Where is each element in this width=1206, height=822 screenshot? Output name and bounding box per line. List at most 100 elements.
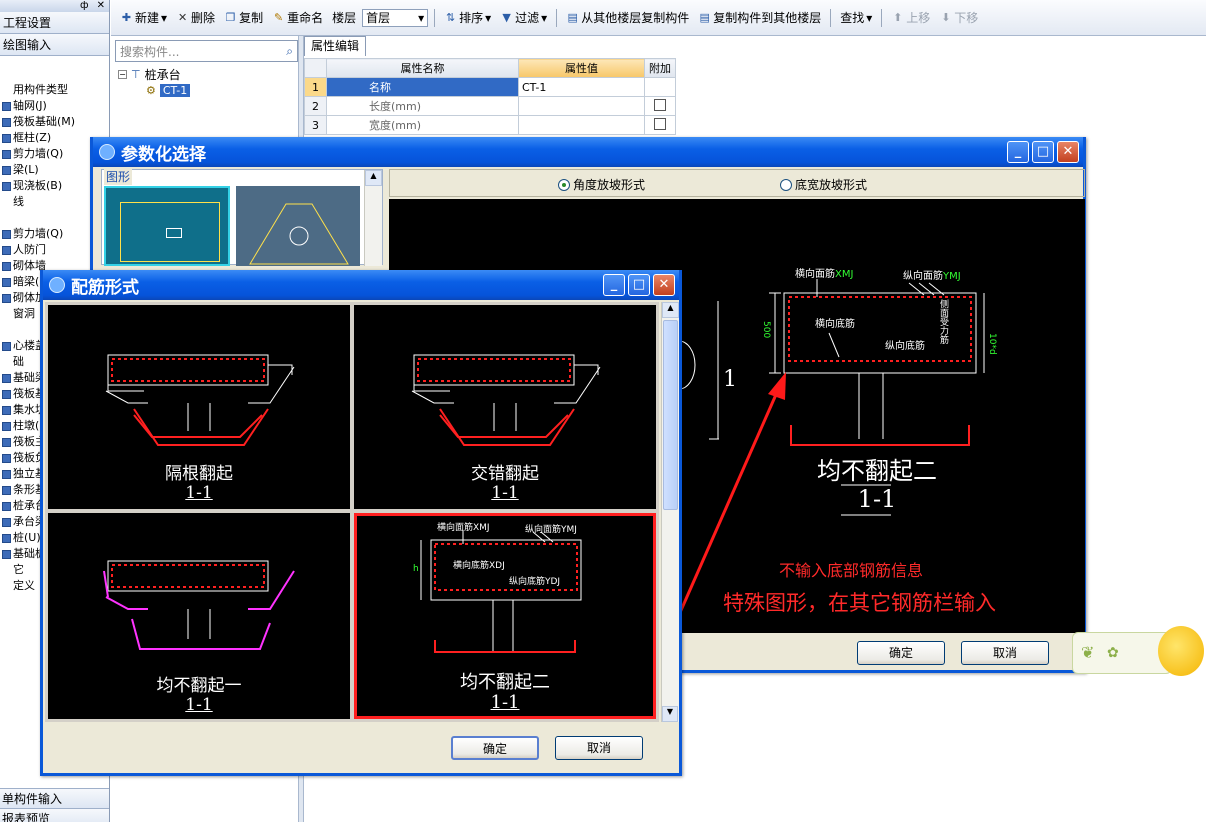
toolbar-divider <box>830 8 832 27</box>
component-type-icon <box>2 549 11 559</box>
component-tree: − ⊤ 桩承台 ⚙ CT-1 <box>118 66 298 98</box>
filter-button[interactable]: ▼ 过滤 ▾ <box>497 7 550 29</box>
option-staggered-every-other[interactable]: 隔根翻起 1-1 <box>48 305 350 509</box>
close-icon[interactable]: ✕ <box>97 0 105 12</box>
component-type-icon <box>2 293 11 303</box>
nav-tree-item[interactable]: 筏板基础(M) <box>0 114 109 130</box>
option-caption: 交错翻起 <box>471 464 539 484</box>
rename-icon: ✎ <box>273 11 284 24</box>
new-icon: ✚ <box>121 11 132 24</box>
value-cell[interactable] <box>518 115 645 135</box>
component-type-icon <box>2 501 11 511</box>
option-caption: 均不翻起二 <box>460 672 550 693</box>
pin-icon[interactable]: ф <box>80 0 89 12</box>
close-icon[interactable]: ✕ <box>1057 141 1079 163</box>
table-row[interactable]: 1 名称 CT-1 <box>304 77 676 97</box>
value-cell[interactable]: CT-1 <box>518 77 645 97</box>
search-icon[interactable]: ⌕ <box>286 44 293 59</box>
dialog-titlebar[interactable]: 参数化选择 _ □ ✕ <box>93 137 1083 167</box>
copy-button[interactable]: ❐ 复制 <box>221 7 266 29</box>
dialog-titlebar[interactable]: 配筋形式 _ □ ✕ <box>43 270 679 300</box>
label-longitudinal-bottom: 纵向底筋 <box>885 341 925 352</box>
radio-angle-slope[interactable]: 角度放坡形式 <box>558 176 645 193</box>
move-down-button[interactable]: ⬇ 下移 <box>936 7 981 29</box>
copy-to-floor-button[interactable]: ▤ 复制构件到其他楼层 <box>695 7 824 29</box>
maximize-icon[interactable]: □ <box>628 274 650 296</box>
option-section: 1-1 <box>185 483 213 503</box>
dropdown-icon: ▾ <box>161 10 168 25</box>
tree-node-pile-cap[interactable]: − ⊤ 桩承台 <box>118 66 298 82</box>
copy-to-floor-icon: ▤ <box>699 11 710 24</box>
copy-icon: ❐ <box>225 11 236 24</box>
floor-select[interactable]: 首层 ▾ <box>362 8 429 27</box>
component-search[interactable]: 搜索构件... ⌕ <box>115 40 298 62</box>
preview-caption: 均不翻起二 <box>817 457 937 485</box>
nav-project-settings[interactable]: 工程设置 <box>0 12 109 34</box>
rebar-cancel-button[interactable]: 取消 <box>555 736 643 760</box>
nav-single-component-input[interactable]: 单构件输入 <box>0 788 109 808</box>
delete-button[interactable]: ✕ 删除 <box>173 7 218 29</box>
sort-icon: ⇅ <box>446 11 456 24</box>
shape-thumb-trapezoid[interactable] <box>236 186 360 266</box>
option-section: 1-1 <box>185 695 213 715</box>
dropdown-icon: ▾ <box>485 10 492 25</box>
nav-drawing-input[interactable]: 绘图输入 <box>0 34 109 56</box>
nav-tree-item[interactable]: 用构件类型 <box>0 82 109 98</box>
note-no-bottom-rebar: 不输入底部钢筋信息 <box>779 561 924 580</box>
component-type-icon <box>2 149 11 159</box>
option-no-bend-two[interactable]: 横向面筋XMJ 纵向面筋YMJ 横向底筋XDJ 纵向底筋YDJ h 均不翻起二 … <box>354 513 656 719</box>
label-transverse-top: 横向面筋XMJ <box>795 269 854 280</box>
floating-widget[interactable]: ❦ ✿ <box>1072 632 1172 674</box>
minimize-icon[interactable]: _ <box>1007 141 1029 163</box>
extra-checkbox[interactable] <box>654 98 666 111</box>
find-button[interactable]: 查找 ▾ <box>837 7 875 29</box>
copy-from-floor-button[interactable]: ▤ 从其他楼层复制构件 <box>563 7 692 29</box>
component-type-icon <box>2 389 11 399</box>
param-ok-button[interactable]: 确定 <box>857 641 945 665</box>
shape-thumb-rect[interactable] <box>104 186 230 266</box>
shape-list-scrollbar[interactable]: ▲ <box>364 170 382 266</box>
floor-label: 楼层 <box>332 11 357 25</box>
sprout-icon: ✿ <box>1107 645 1119 661</box>
copy-from-floor-icon: ▤ <box>567 11 578 24</box>
close-icon[interactable]: ✕ <box>653 274 675 296</box>
maximize-icon[interactable]: □ <box>1032 141 1054 163</box>
table-row[interactable]: 2 长度(mm) <box>304 96 676 116</box>
option-section: 1-1 <box>490 692 520 713</box>
radio-bottom-width-slope[interactable]: 底宽放坡形式 <box>780 176 867 193</box>
rebar-options-scrollbar[interactable]: ▲ ▼ <box>661 302 679 722</box>
leaf-icon: ❦ <box>1081 643 1095 662</box>
col-header-extra: 附加 <box>644 58 676 78</box>
value-cell[interactable] <box>518 96 645 116</box>
scroll-up-icon[interactable]: ▲ <box>662 302 679 318</box>
component-type-icon <box>2 245 11 255</box>
sort-button[interactable]: ⇅ 排序 ▾ <box>441 7 494 29</box>
rename-button[interactable]: ✎ 重命名 <box>269 7 326 29</box>
rebar-ok-button[interactable]: 确定 <box>451 736 539 760</box>
scroll-up-icon[interactable]: ▲ <box>365 170 382 186</box>
param-cancel-button[interactable]: 取消 <box>961 641 1049 665</box>
collapse-icon[interactable]: − <box>118 69 127 79</box>
option-interleaved[interactable]: 交错翻起 1-1 <box>354 305 656 509</box>
component-type-icon <box>2 485 11 495</box>
scroll-down-icon[interactable]: ▼ <box>662 706 678 722</box>
tab-property-editor[interactable]: 属性编辑 <box>304 36 366 56</box>
dropdown-icon: ▾ <box>866 10 873 25</box>
chevron-down-icon: ▾ <box>418 10 425 25</box>
hatch-mark <box>166 228 182 238</box>
option-no-bend-one[interactable]: 均不翻起一 1-1 <box>48 513 350 719</box>
scroll-thumb[interactable] <box>663 320 678 510</box>
slope-mode-group: 角度放坡形式 底宽放坡形式 <box>389 169 1085 197</box>
grid-corner <box>304 58 327 78</box>
nav-tree-item[interactable]: 轴网(J) <box>0 98 109 114</box>
component-type-icon <box>2 517 11 527</box>
table-row[interactable]: 3 宽度(mm) <box>304 115 676 135</box>
search-input[interactable]: 搜索构件... <box>120 43 179 60</box>
component-type-icon <box>2 117 11 127</box>
new-button[interactable]: ✚ 新建 ▾ <box>117 7 170 29</box>
minimize-icon[interactable]: _ <box>603 274 625 296</box>
tree-node-ct1[interactable]: ⚙ CT-1 <box>118 82 298 98</box>
move-up-button[interactable]: ⬆ 上移 <box>888 7 933 29</box>
extra-checkbox[interactable] <box>654 117 666 130</box>
nav-report-preview[interactable]: 报表预览 <box>0 808 109 822</box>
